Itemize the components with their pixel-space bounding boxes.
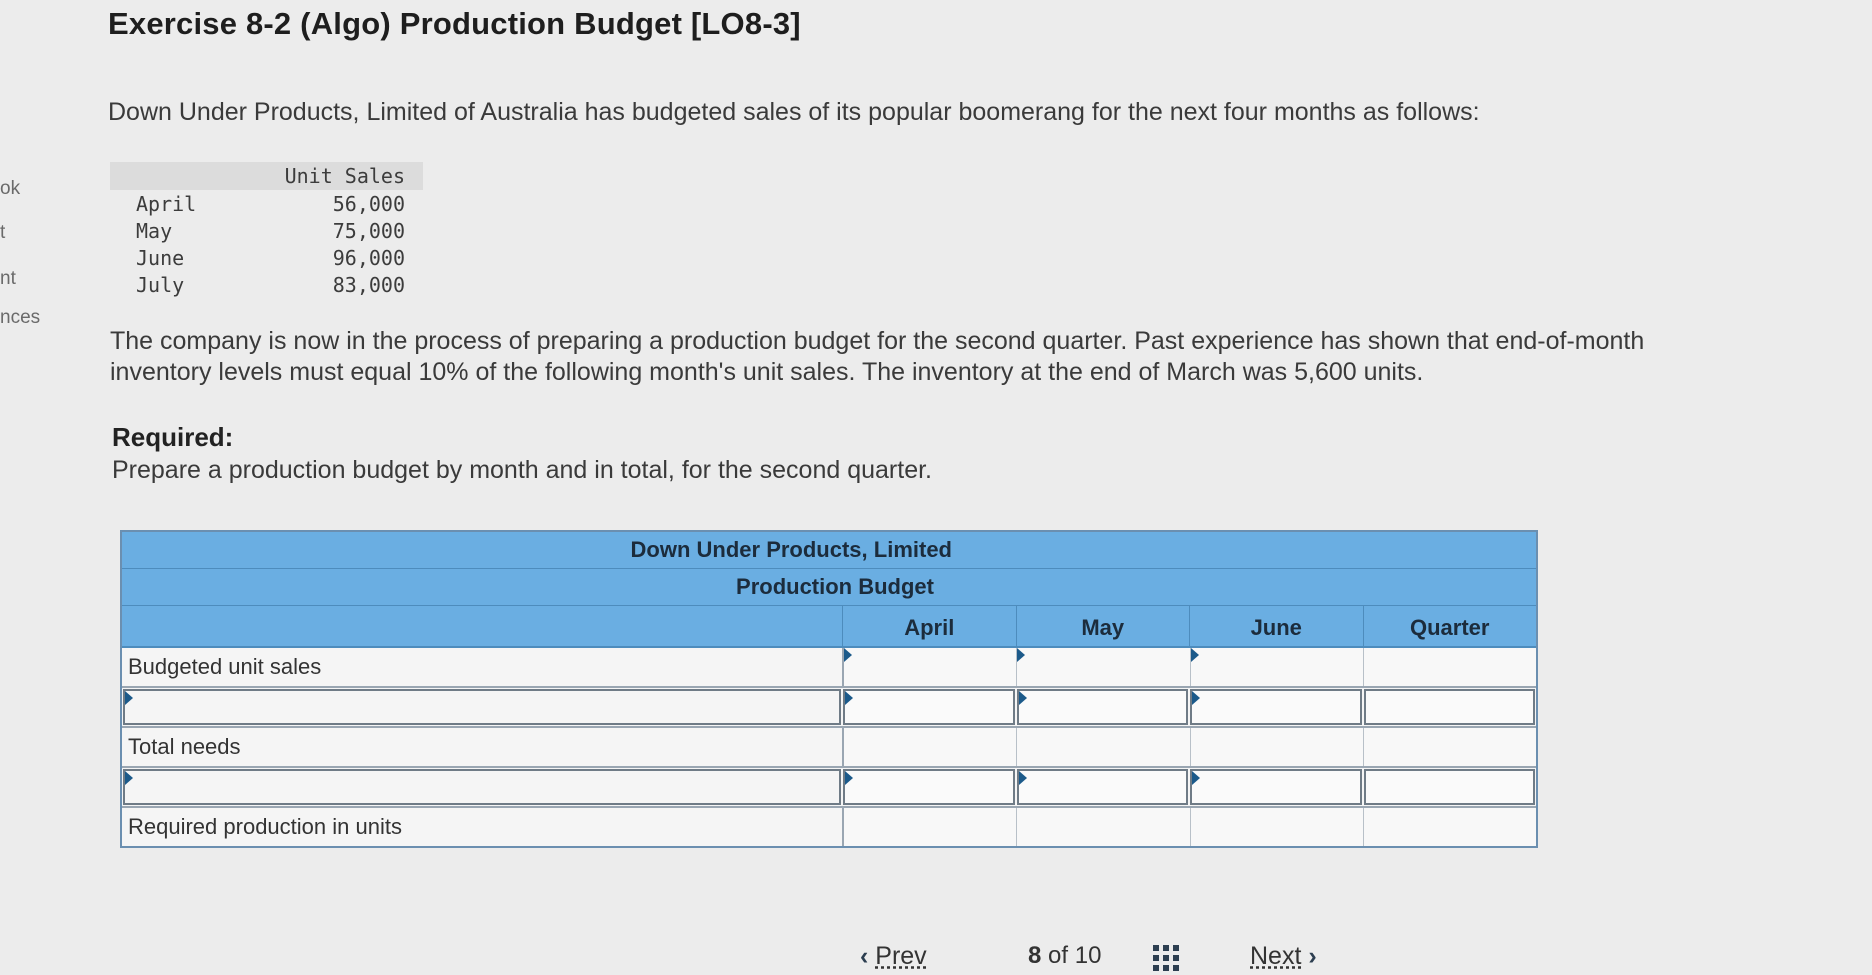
dropdown-marker-icon	[1018, 771, 1027, 785]
sales-value: 96,000	[332, 245, 405, 270]
prev-label: Prev	[875, 942, 927, 970]
input-cell-quarter[interactable]	[1363, 769, 1535, 805]
row-label: Budgeted unit sales	[122, 648, 844, 686]
sales-value: 83,000	[332, 272, 405, 297]
budget-company-name: Down Under Products, Limited	[630, 537, 952, 562]
total-cell-may	[1017, 808, 1191, 846]
input-cell-april[interactable]	[843, 689, 1015, 725]
dropdown-marker-icon	[125, 691, 133, 705]
input-cell-april[interactable]	[843, 769, 1015, 805]
dropdown-marker-icon	[1190, 648, 1199, 662]
dropdown-marker-icon	[1018, 691, 1027, 705]
input-cell-june[interactable]	[1190, 769, 1362, 805]
intro-text: Down Under Products, Limited of Australi…	[108, 98, 1480, 126]
total-cell-quarter	[1363, 808, 1536, 846]
input-cell-may[interactable]	[1016, 769, 1188, 805]
dropdown-marker-icon	[1017, 648, 1026, 662]
input-cell-quarter[interactable]	[1363, 648, 1536, 686]
sales-value: 56,000	[332, 191, 405, 216]
side-nav: ok t nt nces	[0, 0, 60, 975]
dropdown-marker-icon	[1192, 771, 1200, 785]
sales-row: May 75,000	[110, 217, 423, 244]
total-questions: 10	[1074, 942, 1102, 969]
sales-row: April 56,000	[110, 190, 423, 217]
column-header-june: June	[1189, 606, 1363, 646]
budget-row-input-2	[122, 768, 1536, 808]
side-nav-item-3[interactable]: nt	[0, 268, 16, 290]
current-question: 8	[1028, 942, 1042, 969]
question-navigation: ‹ Prev 8 of 10 Next ›	[860, 942, 1380, 972]
budget-title-header: Production Budget	[122, 569, 1536, 606]
dropdown-marker-icon	[125, 771, 133, 785]
column-header-quarter: Quarter	[1362, 606, 1537, 646]
total-cell-june	[1190, 728, 1364, 766]
required-text: Prepare a production budget by month and…	[112, 456, 932, 484]
unit-sales-table: Unit Sales April 56,000 May 75,000 June …	[110, 162, 423, 298]
side-nav-item-1[interactable]: ok	[0, 178, 20, 200]
problem-paragraph: The company is now in the process of pre…	[110, 327, 1645, 386]
next-button[interactable]: Next ›	[1250, 942, 1317, 971]
of-label: of	[1048, 942, 1069, 969]
side-nav-item-4[interactable]: nces	[0, 307, 40, 329]
input-cell-april[interactable]	[844, 648, 1018, 686]
budget-company-header: Down Under Products, Limited	[122, 532, 1536, 569]
total-cell-april	[844, 728, 1018, 766]
budget-row-total-needs: Total needs	[122, 728, 1536, 768]
total-cell-april	[844, 808, 1018, 846]
sales-month: May	[136, 218, 173, 243]
dropdown-marker-icon	[844, 648, 852, 662]
input-cell-quarter[interactable]	[1363, 689, 1535, 725]
sales-month: June	[136, 245, 185, 270]
chevron-right-icon: ›	[1308, 942, 1317, 970]
question-position: 8 of 10	[1028, 942, 1101, 970]
row-label-input[interactable]	[123, 689, 841, 725]
prev-button[interactable]: ‹ Prev	[860, 942, 927, 971]
sales-row: June 96,000	[110, 244, 423, 271]
production-budget-table: Down Under Products, Limited Production …	[120, 530, 1538, 848]
side-nav-item-2[interactable]: t	[0, 222, 5, 244]
total-cell-june	[1190, 808, 1364, 846]
dropdown-marker-icon	[1192, 691, 1200, 705]
row-label: Required production in units	[122, 808, 844, 846]
dropdown-marker-icon	[845, 771, 853, 785]
sales-month: April	[136, 191, 197, 216]
page-title: Exercise 8-2 (Algo) Production Budget [L…	[108, 6, 801, 41]
grid-icon[interactable]	[1152, 944, 1180, 972]
budget-row-input-1	[122, 688, 1536, 728]
column-header-april: April	[842, 606, 1016, 646]
dropdown-marker-icon	[845, 691, 853, 705]
budget-row-required-production: Required production in units	[122, 808, 1536, 846]
sales-value: 75,000	[332, 218, 405, 243]
total-cell-may	[1017, 728, 1191, 766]
budget-row-budgeted-unit-sales: Budgeted unit sales	[122, 648, 1536, 688]
budget-title: Production Budget	[736, 574, 934, 599]
chevron-left-icon: ‹	[860, 942, 869, 970]
required-heading: Required:	[112, 422, 234, 452]
sales-month: July	[136, 272, 185, 297]
input-cell-june[interactable]	[1190, 689, 1362, 725]
input-cell-may[interactable]	[1016, 689, 1188, 725]
row-label-input[interactable]	[123, 769, 841, 805]
total-cell-quarter	[1363, 728, 1536, 766]
row-label: Total needs	[122, 728, 844, 766]
input-cell-may[interactable]	[1017, 648, 1191, 686]
column-header-may: May	[1015, 606, 1190, 646]
budget-column-headers: April May June Quarter	[122, 606, 1536, 648]
next-label: Next	[1250, 942, 1302, 970]
unit-sales-header: Unit Sales	[255, 162, 423, 190]
input-cell-june[interactable]	[1190, 648, 1364, 686]
sales-row: July 83,000	[110, 271, 423, 298]
